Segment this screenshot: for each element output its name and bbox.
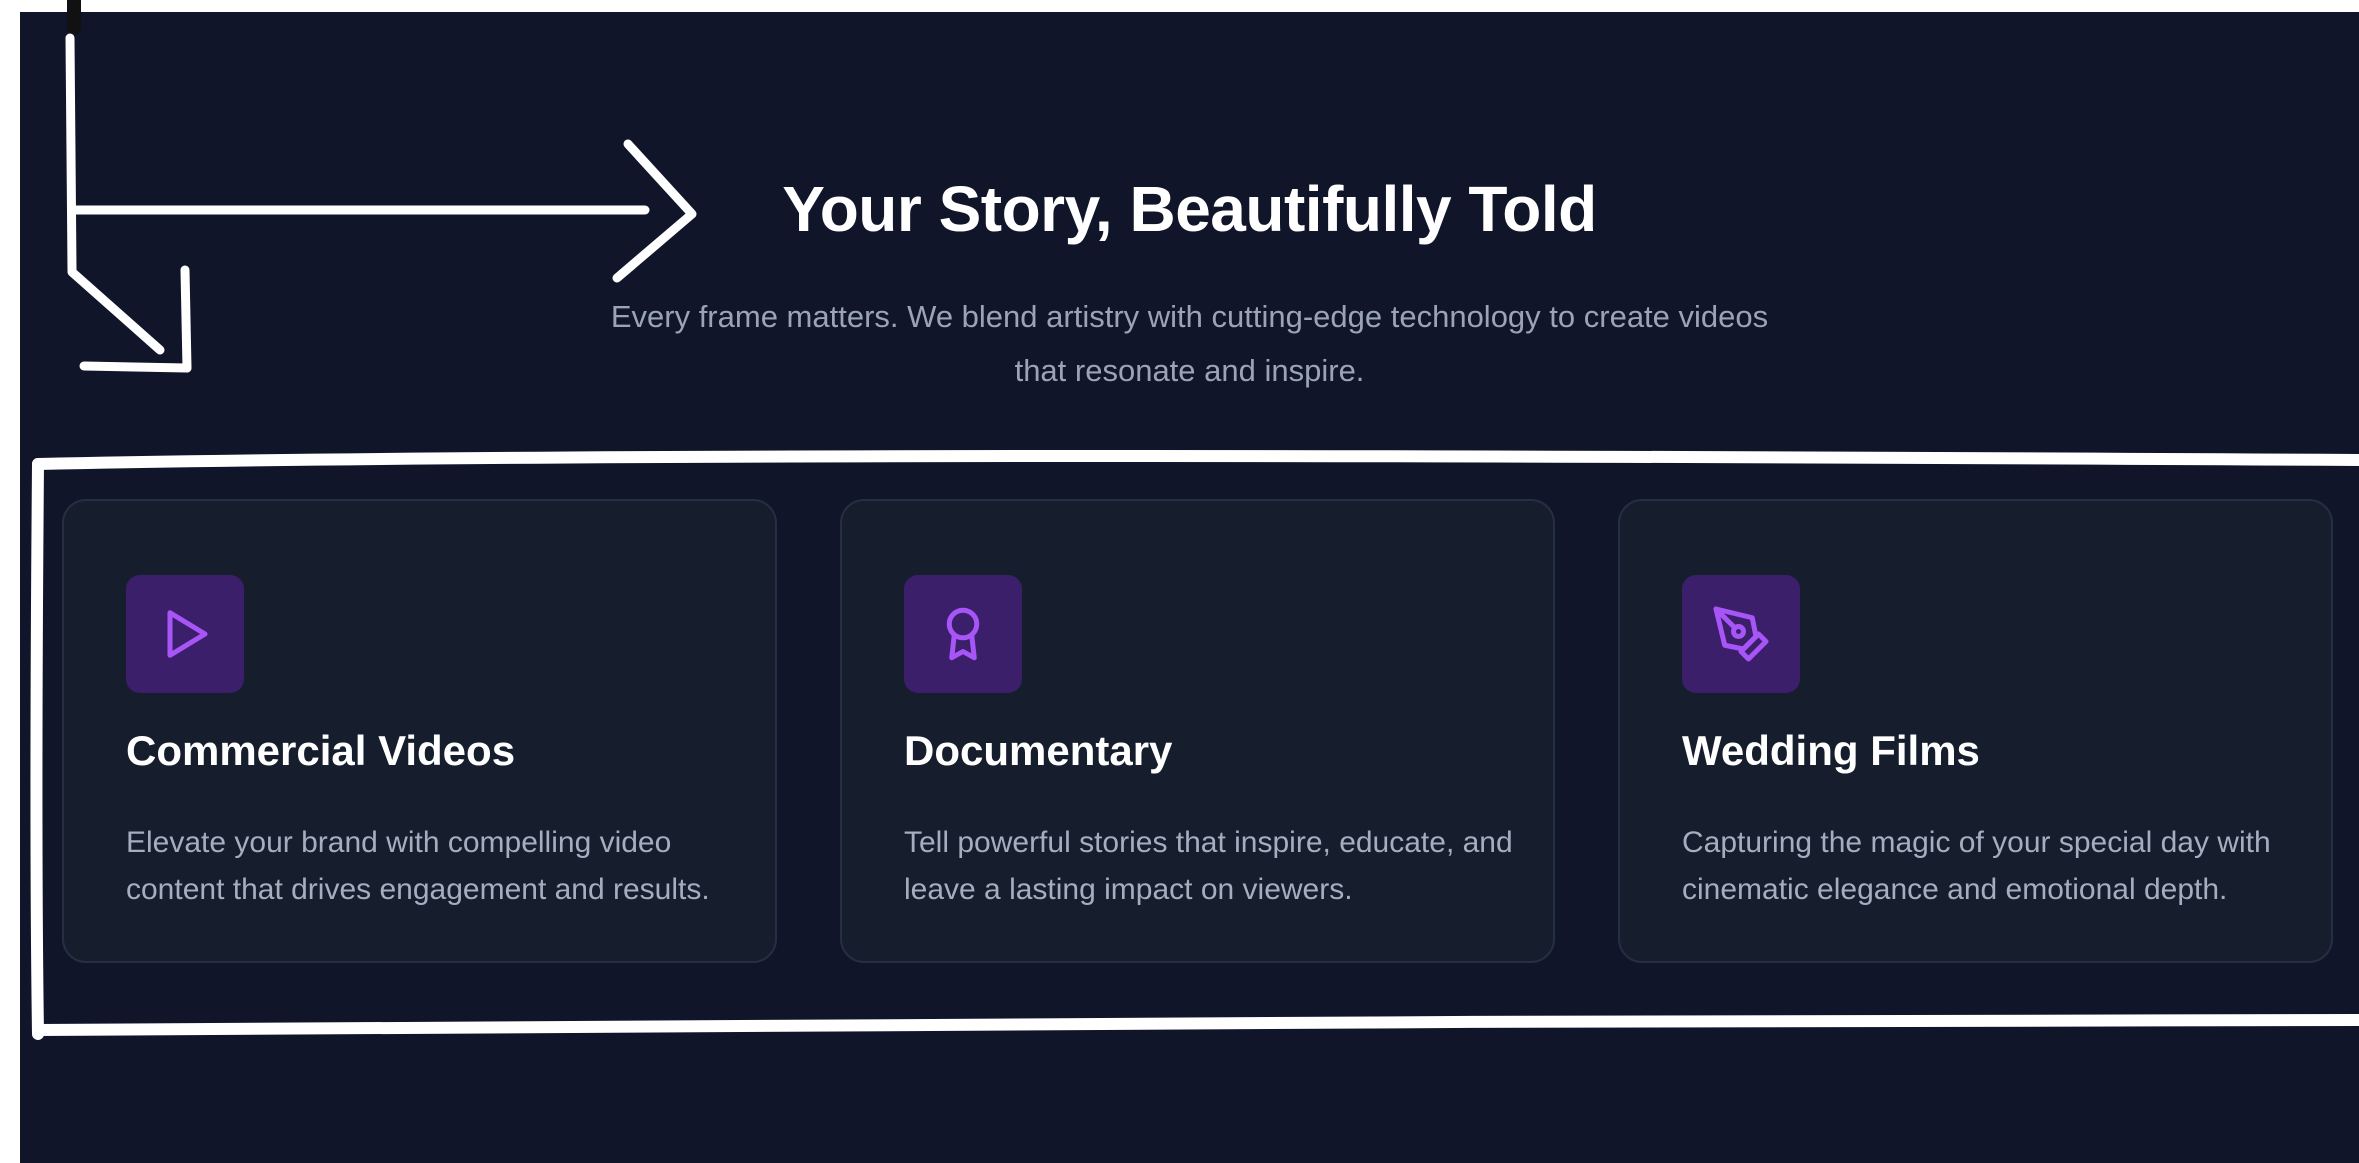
page-background: Your Story, Beautifully Told Every frame… [20, 12, 2359, 1163]
service-icon-box [1682, 575, 1800, 693]
service-title: Wedding Films [1682, 727, 1980, 774]
hero-section: Your Story, Beautifully Told Every frame… [20, 172, 2359, 398]
service-icon-box [904, 575, 1022, 693]
service-icon-box [126, 575, 244, 693]
pen-tool-icon [1713, 606, 1769, 662]
service-title: Commercial Videos [126, 727, 516, 774]
section-title: Your Story, Beautifully Told [782, 173, 1597, 245]
section-subtitle: Every frame matters. We blend artistry w… [610, 299, 1769, 388]
service-description: Tell powerful stories that inspire, educ… [904, 826, 1513, 906]
service-card-documentary[interactable]: Documentary Tell powerful stories that i… [840, 499, 1555, 963]
play-icon [167, 610, 208, 658]
service-description: Elevate your brand with compelling video… [126, 826, 710, 906]
service-title: Documentary [904, 727, 1173, 774]
award-ribbon-icon [946, 607, 980, 661]
service-card-commercial-videos[interactable]: Commercial Videos Elevate your brand wit… [62, 499, 777, 963]
service-card-wedding-films[interactable]: Wedding Films Capturing the magic of you… [1618, 499, 2333, 963]
service-description: Capturing the magic of your special day … [1682, 826, 2271, 906]
